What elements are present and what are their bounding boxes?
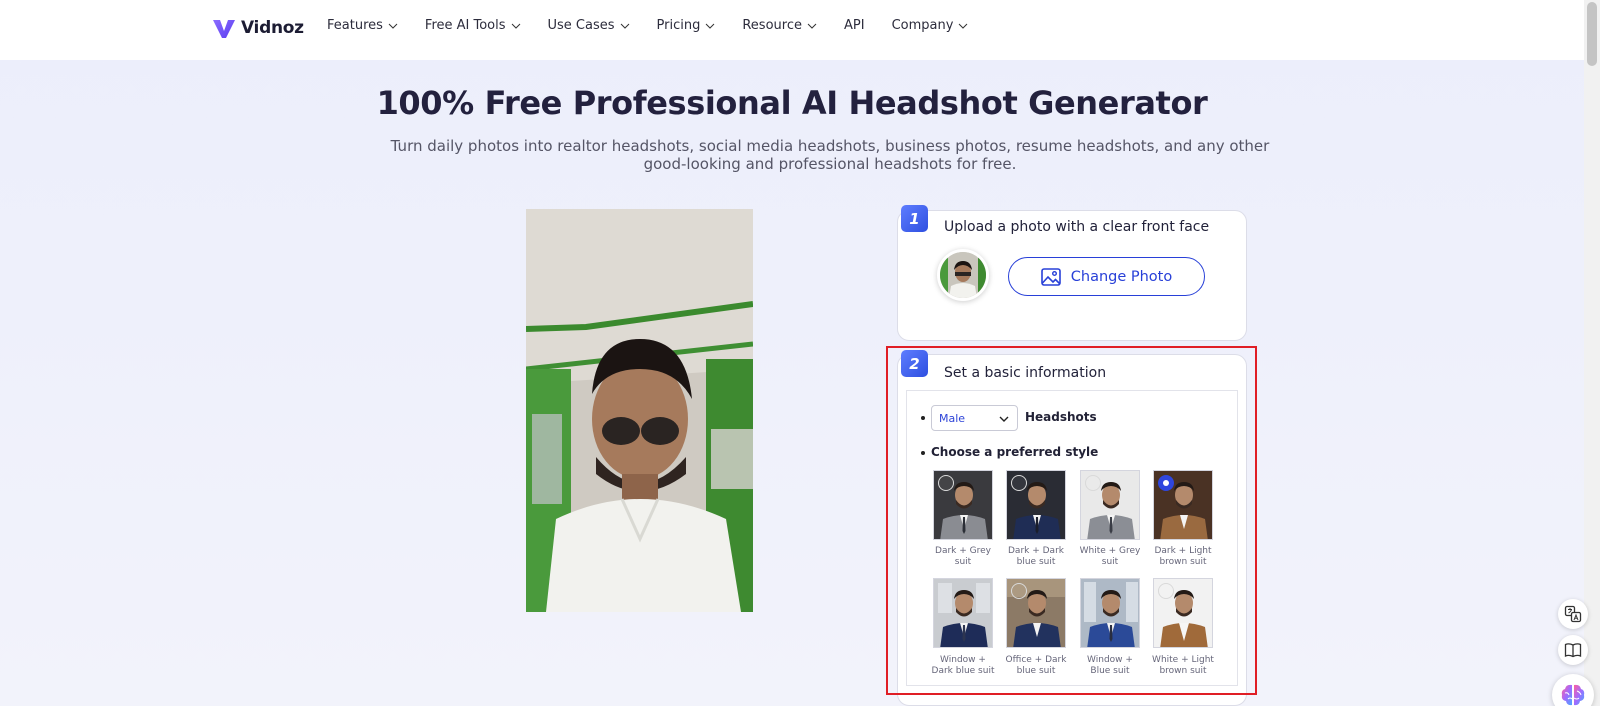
style-option-window-dark-blue-suit[interactable] [933,578,993,648]
brand-logo[interactable]: Vidnoz [210,14,304,42]
style-caption: Window + Blue suit [1072,655,1148,677]
step1-title: Upload a photo with a clear front face [944,219,1210,235]
nav-features-label: Features [327,18,383,33]
uploaded-photo-thumbnail [937,249,989,301]
style-caption: Office + Dark blue suit [998,655,1074,677]
headshots-label: Headshots [1025,410,1097,424]
style-caption-line: White + Light [1152,655,1214,665]
step2-title: Set a basic information [944,365,1107,381]
style-option-office-dark-blue-suit[interactable] [1006,578,1066,648]
step1-badge: 1 [901,205,928,232]
style-caption-line: suit [954,557,972,567]
style-caption-line: Dark + Light [1154,546,1212,556]
image-icon [1040,267,1061,286]
style-option-window-blue-suit[interactable] [1080,578,1140,648]
style-caption-line: Dark blue suit [931,666,995,676]
reader-button[interactable] [1558,635,1588,665]
thumbnail-image [940,252,986,298]
change-photo-button[interactable]: Change Photo [1008,257,1205,296]
translate-icon [1564,605,1582,623]
chevron-down-icon [388,23,398,29]
style-radio[interactable] [938,475,954,491]
style-caption-line: blue suit [1016,666,1056,676]
page-scrollbar[interactable] [1584,0,1600,706]
style-caption-line: Window + [1087,655,1133,665]
step2-badge: 2 [901,350,928,377]
nav-api-label: API [843,18,865,33]
choose-style-label: Choose a preferred style [931,445,1099,459]
gender-select-value: Male [939,411,966,425]
style-caption: Dark + Light brown suit [1145,546,1221,568]
chevron-down-icon [511,23,520,29]
chevron-down-icon [706,23,715,29]
style-option-dark-light-brown-suit[interactable] [1153,470,1213,540]
change-photo-label: Change Photo [1070,268,1173,285]
style-caption-line: White + Grey [1079,546,1141,556]
nav-free-ai-tools[interactable]: Free AI Tools [425,18,521,33]
gender-select[interactable]: Male [931,405,1018,431]
style-radio[interactable] [1158,583,1174,599]
style-caption-line: brown suit [1159,557,1207,567]
nav-api[interactable]: API [844,18,865,33]
brain-icon [1561,684,1585,706]
style-caption-line: Dark + Grey [935,546,991,556]
style-option-dark-dark-blue-suit[interactable] [1006,470,1066,540]
chevron-down-icon [959,23,968,29]
style-caption-line: brown suit [1159,666,1207,676]
style-caption-line: blue suit [1016,557,1056,567]
main-menu: Features Free AI Tools Use Cases Pricing… [327,18,995,33]
page-subtitle-line-2: good-looking and professional headshots … [643,155,1017,173]
nav-free-ai-tools-label: Free AI Tools [424,18,506,33]
style-caption: Dark + Dark blue suit [998,546,1074,568]
style-caption: Dark + Grey suit [925,546,1001,568]
style-caption: White + Grey suit [1072,546,1148,568]
page-subtitle-line-1: Turn daily photos into realtor headshots… [390,137,1270,155]
style-caption-line: Dark + Dark [1008,546,1064,556]
nav-use-cases[interactable]: Use Cases [548,18,630,33]
style-caption-line: suit [1101,557,1119,567]
brand-name: Vidnoz [241,18,304,38]
uploaded-photo-preview [526,209,753,612]
style-caption: White + Light brown suit [1145,655,1221,677]
style-caption: Window + Dark blue suit [925,655,1001,677]
uploaded-photo-image [526,209,753,612]
style-thumbnail [1081,579,1139,647]
style-thumbnail [934,579,992,647]
nav-use-cases-label: Use Cases [547,18,615,33]
style-caption-line: Window + [940,655,986,665]
vidnoz-logo-icon [213,19,235,38]
style-caption-line: Blue suit [1090,666,1130,676]
nav-company[interactable]: Company [892,18,969,33]
page-subtitle: Turn daily photos into realtor headshots… [390,137,1270,173]
style-radio[interactable] [1085,475,1101,491]
chevron-down-icon [999,416,1009,422]
style-radio[interactable] [1011,583,1027,599]
bullet [921,416,925,420]
translate-button[interactable] [1558,599,1588,629]
nav-pricing[interactable]: Pricing [657,18,716,33]
style-radio[interactable] [1158,475,1174,491]
page-title: 100% Free Professional AI Headshot Gener… [376,84,1208,122]
top-navigation: Vidnoz Features Free AI Tools Use Cases … [0,0,1584,60]
nav-resource[interactable]: Resource [742,18,817,33]
style-option-white-grey-suit[interactable] [1080,470,1140,540]
style-radio[interactable] [1011,475,1027,491]
style-option-dark-grey-suit[interactable] [933,470,993,540]
nav-features[interactable]: Features [327,18,398,33]
scrollbar-thumb[interactable] [1587,2,1597,66]
chevron-down-icon [620,23,629,29]
bullet [921,451,925,455]
book-icon [1564,643,1582,658]
nav-pricing-label: Pricing [656,18,701,33]
nav-company-label: Company [891,18,954,33]
style-caption-line: Office + Dark [1005,655,1067,665]
nav-resource-label: Resource [742,18,802,33]
style-option-white-light-brown-suit[interactable] [1153,578,1213,648]
chevron-down-icon [807,23,817,29]
